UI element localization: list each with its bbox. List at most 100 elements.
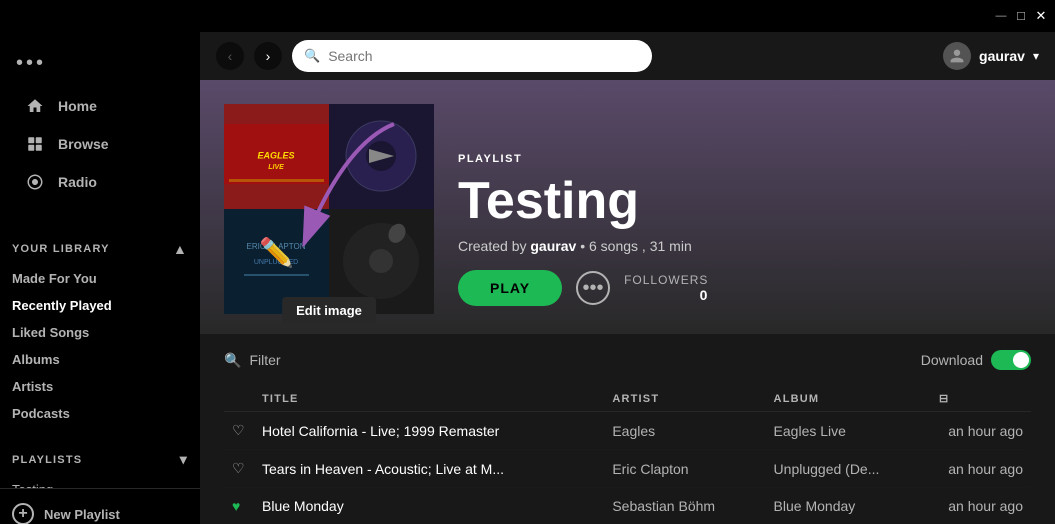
- sidebar: ••• Home Browse Radio: [0, 32, 200, 524]
- svg-text:EAGLES: EAGLES: [257, 150, 294, 160]
- cover-image: EAGLES LIVE: [224, 104, 434, 314]
- top-nav: ‹ › 🔍 gaurav ▾: [200, 32, 1055, 80]
- new-playlist-button[interactable]: + New Playlist: [0, 488, 200, 524]
- table-row: ♥ Blue Monday Sebastian Böhm Blue Monday…: [224, 488, 1031, 524]
- svg-text:UNPLUGGED: UNPLUGGED: [254, 259, 298, 266]
- search-bar[interactable]: 🔍: [292, 40, 652, 72]
- svg-text:LIVE: LIVE: [268, 164, 284, 171]
- playlist-title: Testing: [458, 173, 708, 230]
- clock-icon: ⊟: [939, 393, 949, 405]
- playlist-meta: Created by gaurav • 6 songs , 31 min: [458, 238, 708, 254]
- toggle-knob: [1013, 352, 1029, 368]
- track-added-at: an hour ago: [931, 450, 1031, 488]
- dropdown-arrow-icon[interactable]: ▾: [1033, 49, 1039, 63]
- heart-icon[interactable]: ♡: [232, 460, 245, 476]
- followers-label: FOLLOWERS: [624, 273, 708, 287]
- sidebar-item-albums[interactable]: Albums: [12, 346, 188, 373]
- track-title: Tears in Heaven - Acoustic; Live at M...: [262, 461, 504, 477]
- more-options-button[interactable]: •••: [576, 271, 610, 305]
- sidebar-dots: •••: [12, 48, 188, 87]
- library-section: YOUR LIBRARY ▲ Made For You Recently Pla…: [0, 225, 200, 431]
- playlist-cover[interactable]: EAGLES LIVE: [224, 104, 434, 314]
- col-artist-header: ARTIST: [604, 386, 765, 412]
- track-album: Blue Monday: [766, 488, 931, 524]
- plus-circle-icon: +: [12, 503, 34, 524]
- sidebar-item-recently-played[interactable]: Recently Played: [12, 292, 188, 319]
- meta-separator2: ,: [642, 238, 650, 254]
- playlists-section-header: PLAYLISTS ▾: [0, 447, 200, 476]
- back-arrow-icon: ‹: [228, 48, 233, 64]
- song-count: 6 songs: [589, 238, 638, 254]
- library-collapse-arrow[interactable]: ▲: [173, 241, 188, 257]
- svg-text:ERIC CLAPTON: ERIC CLAPTON: [247, 242, 306, 251]
- cover-cell-1: EAGLES LIVE: [224, 104, 329, 209]
- minimize-button[interactable]: —: [995, 10, 1007, 22]
- sidebar-item-podcasts[interactable]: Podcasts: [12, 400, 188, 427]
- heart-icon[interactable]: ♡: [232, 422, 245, 438]
- playlists-collapse-arrow[interactable]: ▾: [180, 451, 188, 468]
- download-toggle-switch[interactable]: [991, 350, 1031, 370]
- col-title-header: TITLE: [254, 386, 604, 412]
- search-input[interactable]: [328, 48, 640, 64]
- browse-icon: [24, 133, 46, 155]
- track-title: Blue Monday: [262, 498, 344, 514]
- sidebar-item-made-for-you[interactable]: Made For You: [12, 265, 188, 292]
- back-button[interactable]: ‹: [216, 42, 244, 70]
- top-nav-right: gaurav ▾: [943, 42, 1039, 70]
- sidebar-item-artists[interactable]: Artists: [12, 373, 188, 400]
- main-content: ‹ › 🔍 gaurav ▾: [200, 32, 1055, 524]
- track-table: TITLE ARTIST ALBUM ⊟ ♡ Hotel California …: [224, 386, 1031, 524]
- table-row: ♡ Tears in Heaven - Acoustic; Live at M.…: [224, 450, 1031, 488]
- track-list-controls: 🔍 Filter Download: [224, 350, 1031, 370]
- created-by-label: Created by: [458, 238, 526, 254]
- filter-section: 🔍 Filter: [224, 352, 281, 369]
- browse-label: Browse: [58, 136, 109, 152]
- play-button[interactable]: PLAY: [458, 270, 562, 306]
- close-button[interactable]: ✕: [1035, 10, 1047, 22]
- forward-button[interactable]: ›: [254, 42, 282, 70]
- title-bar: — ☐ ✕: [0, 0, 1055, 32]
- track-title: Hotel California - Live; 1999 Remaster: [262, 423, 499, 439]
- library-section-header: YOUR LIBRARY ▲: [12, 237, 188, 265]
- sidebar-top: ••• Home Browse Radio: [0, 32, 200, 209]
- followers-info: FOLLOWERS 0: [624, 273, 708, 303]
- radio-label: Radio: [58, 174, 97, 190]
- col-album-header: ALBUM: [766, 386, 931, 412]
- duration: 31 min: [650, 238, 692, 254]
- track-list-area: 🔍 Filter Download TITLE ARTIST AL: [200, 334, 1055, 524]
- track-artist: Eagles: [604, 412, 765, 450]
- home-icon: [24, 95, 46, 117]
- sidebar-item-radio[interactable]: Radio: [12, 163, 188, 201]
- maximize-button[interactable]: ☐: [1015, 10, 1027, 22]
- playlists-label: PLAYLISTS: [12, 454, 82, 466]
- forward-arrow-icon: ›: [266, 48, 271, 64]
- download-label: Download: [921, 352, 983, 368]
- meta-separator: •: [580, 238, 589, 254]
- playlist-actions: PLAY ••• FOLLOWERS 0: [458, 270, 708, 306]
- home-label: Home: [58, 98, 97, 114]
- col-clock-header: ⊟: [931, 386, 1031, 412]
- library-label: YOUR LIBRARY: [12, 243, 110, 255]
- edit-image-tooltip[interactable]: Edit image: [282, 297, 376, 324]
- filter-search-icon: 🔍: [224, 352, 241, 369]
- track-album: Unplugged (De...: [766, 450, 931, 488]
- table-row: ♡ Hotel California - Live; 1999 Remaster…: [224, 412, 1031, 450]
- creator-name: gaurav: [530, 238, 576, 254]
- track-added-at: an hour ago: [931, 412, 1031, 450]
- cover-cell-2: [329, 104, 434, 209]
- radio-icon: [24, 171, 46, 193]
- sidebar-item-browse[interactable]: Browse: [12, 125, 188, 163]
- sidebar-item-liked-songs[interactable]: Liked Songs: [12, 319, 188, 346]
- track-artist: Eric Clapton: [604, 450, 765, 488]
- filter-placeholder: Filter: [249, 352, 280, 368]
- col-heart-header: [224, 386, 254, 412]
- sidebar-item-home[interactable]: Home: [12, 87, 188, 125]
- sidebar-playlist-testing[interactable]: Testing: [0, 476, 200, 488]
- followers-count: 0: [624, 287, 708, 303]
- username-label: gaurav: [979, 48, 1025, 64]
- track-album: Eagles Live: [766, 412, 931, 450]
- download-toggle-section: Download: [921, 350, 1031, 370]
- heart-icon[interactable]: ♥: [232, 498, 240, 514]
- track-added-at: an hour ago: [931, 488, 1031, 524]
- track-artist: Sebastian Böhm: [604, 488, 765, 524]
